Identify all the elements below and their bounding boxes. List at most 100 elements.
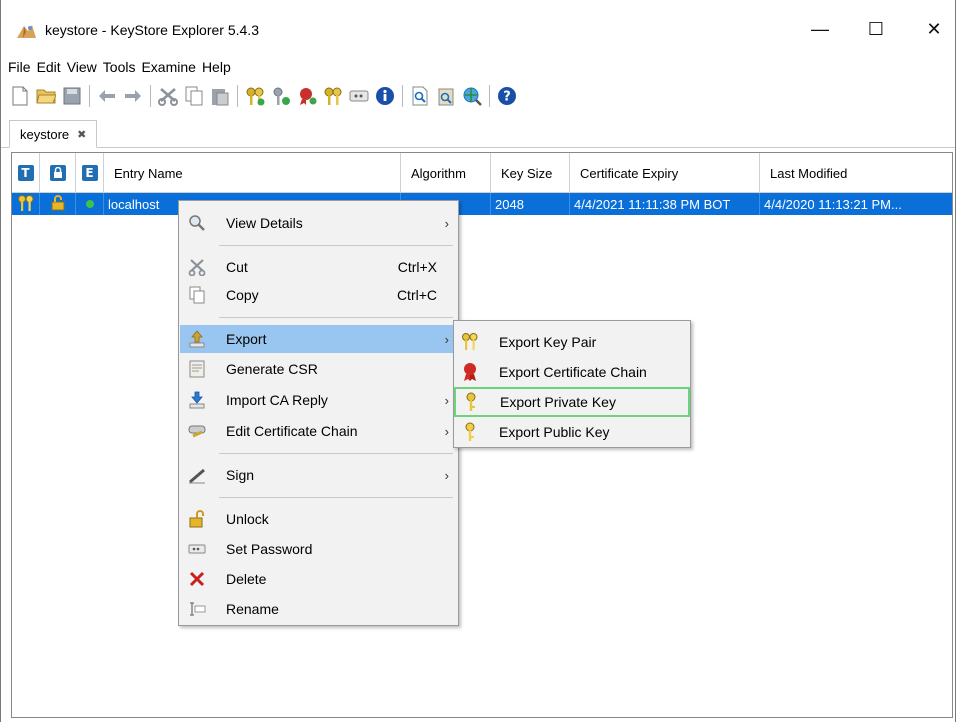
- private-key-icon: [462, 392, 480, 412]
- unlocked-padlock-icon: [51, 194, 65, 214]
- header-last-modified[interactable]: Last Modified: [760, 153, 952, 193]
- menu-item-set-password[interactable]: Set Password: [180, 535, 457, 563]
- menu-item-copy[interactable]: Copy Ctrl+C: [180, 281, 457, 309]
- paste-icon[interactable]: [209, 85, 231, 107]
- menu-help[interactable]: Help: [199, 56, 234, 78]
- tab-keystore[interactable]: keystore ✖: [9, 120, 98, 148]
- submenu-arrow-icon: ›: [444, 392, 449, 408]
- window-title: keystore - KeyStore Explorer 5.4.3: [45, 22, 259, 38]
- export-submenu: Export Key Pair Export Certificate Chain…: [453, 320, 691, 448]
- header-key-size[interactable]: Key Size: [491, 153, 570, 193]
- submenu-item-export-private-key[interactable]: Export Private Key: [454, 387, 690, 417]
- menu-item-delete[interactable]: Delete: [180, 565, 457, 593]
- row-lock-cell: [40, 193, 76, 215]
- menu-bar: File Edit View Tools Examine Help: [1, 56, 234, 78]
- title-bar: keystore - KeyStore Explorer 5.4.3 — ☐ ✕: [1, 0, 955, 48]
- certificate-icon: [461, 362, 479, 382]
- row-expiry-status-cell: [76, 193, 104, 215]
- menu-edit[interactable]: Edit: [34, 56, 64, 78]
- import-trusted-cert-icon[interactable]: [296, 85, 318, 107]
- generate-key-pair-icon[interactable]: [244, 85, 266, 107]
- magnifier-icon: [188, 214, 206, 232]
- menu-item-sign[interactable]: Sign ›: [180, 461, 457, 489]
- public-key-icon: [461, 422, 479, 442]
- copy-icon[interactable]: [183, 85, 205, 107]
- close-icon: ✕: [926, 18, 942, 39]
- key-pair-icon: [17, 194, 35, 215]
- row-type-cell: [12, 193, 40, 215]
- redo-icon[interactable]: [122, 85, 144, 107]
- app-window: keystore - KeyStore Explorer 5.4.3 — ☐ ✕…: [0, 0, 956, 722]
- minimize-button[interactable]: —: [797, 12, 843, 46]
- lock-header-icon: [49, 165, 66, 181]
- submenu-arrow-icon: ›: [444, 215, 449, 231]
- menu-item-rename[interactable]: Rename: [180, 595, 457, 623]
- tab-strip: keystore ✖: [1, 120, 955, 148]
- svg-text:?: ?: [503, 90, 511, 105]
- csr-icon: [188, 360, 206, 378]
- menu-item-unlock[interactable]: Unlock: [180, 505, 457, 533]
- minimize-icon: —: [811, 18, 829, 39]
- table-row[interactable]: localhost RSA 2048 4/4/2021 11:11:38 PM …: [12, 193, 952, 215]
- menu-item-export[interactable]: Export ›: [180, 325, 457, 353]
- menu-item-view-details[interactable]: View Details ›: [180, 209, 457, 237]
- undo-icon[interactable]: [96, 85, 118, 107]
- rename-icon: [188, 600, 206, 618]
- submenu-item-export-key-pair[interactable]: Export Key Pair: [455, 327, 689, 357]
- header-type[interactable]: T: [12, 153, 40, 193]
- save-icon[interactable]: [61, 85, 83, 107]
- examine-ssl-icon[interactable]: [461, 85, 483, 107]
- menu-item-edit-certificate-chain[interactable]: Edit Certificate Chain ›: [180, 417, 457, 445]
- maximize-icon: ☐: [867, 18, 885, 39]
- menu-item-generate-csr[interactable]: Generate CSR: [180, 355, 457, 383]
- tab-close-icon[interactable]: ✖: [77, 128, 86, 141]
- menu-examine[interactable]: Examine: [138, 56, 198, 78]
- key-pair-icon: [461, 332, 479, 352]
- header-expiry-status[interactable]: E: [76, 153, 104, 193]
- valid-status-dot-icon: [85, 197, 95, 212]
- set-password-icon[interactable]: [348, 85, 370, 107]
- import-key-pair-icon[interactable]: [322, 85, 344, 107]
- cut-icon[interactable]: [157, 85, 179, 107]
- export-icon: [188, 330, 206, 348]
- menu-view[interactable]: View: [64, 56, 100, 78]
- tab-label: keystore: [20, 126, 70, 142]
- new-icon[interactable]: [9, 85, 31, 107]
- shortcut-cut: Ctrl+X: [397, 259, 437, 275]
- header-lock[interactable]: [40, 153, 76, 193]
- menu-item-cut[interactable]: Cut Ctrl+X: [180, 253, 457, 281]
- maximize-button[interactable]: ☐: [853, 12, 899, 46]
- chain-icon: [188, 422, 206, 440]
- examine-file-icon[interactable]: [409, 85, 431, 107]
- shortcut-copy: Ctrl+C: [396, 287, 437, 303]
- scissors-icon: [188, 258, 206, 276]
- row-last-modified: 4/4/2020 11:13:21 PM...: [764, 196, 902, 212]
- delete-icon: [188, 570, 206, 588]
- help-icon[interactable]: ?: [496, 85, 518, 107]
- submenu-item-export-certificate-chain[interactable]: Export Certificate Chain: [455, 357, 689, 387]
- submenu-arrow-icon: ›: [444, 467, 449, 483]
- submenu-arrow-icon: ›: [444, 331, 449, 347]
- menu-item-import-ca-reply[interactable]: Import CA Reply ›: [180, 386, 457, 414]
- properties-icon[interactable]: [374, 85, 396, 107]
- menu-file[interactable]: File: [5, 56, 34, 78]
- submenu-item-export-public-key[interactable]: Export Public Key: [455, 417, 689, 447]
- entry-context-menu: View Details › Cut Ctrl+X Copy Ctrl+C Ex…: [178, 200, 459, 626]
- row-key-size: 2048: [491, 193, 570, 215]
- open-icon[interactable]: [35, 85, 57, 107]
- expiry-header-icon: E: [81, 165, 98, 181]
- header-algorithm[interactable]: Algorithm: [401, 153, 491, 193]
- row-certificate-expiry: 4/4/2021 11:11:38 PM BOT: [570, 193, 760, 215]
- pen-icon: [188, 466, 206, 484]
- menu-tools[interactable]: Tools: [100, 56, 139, 78]
- header-entry-name[interactable]: Entry Name: [104, 153, 401, 193]
- table-header: T E Entry Name Algorithm Key Size Certif…: [12, 153, 952, 193]
- header-certificate-expiry[interactable]: Certificate Expiry: [570, 153, 760, 193]
- examine-clipboard-icon[interactable]: [435, 85, 457, 107]
- close-button[interactable]: ✕: [911, 12, 956, 46]
- unlock-icon: [188, 510, 206, 528]
- password-icon: [188, 540, 206, 558]
- generate-secret-key-icon[interactable]: [270, 85, 292, 107]
- copy-icon: [188, 286, 206, 304]
- submenu-arrow-icon: ›: [444, 423, 449, 439]
